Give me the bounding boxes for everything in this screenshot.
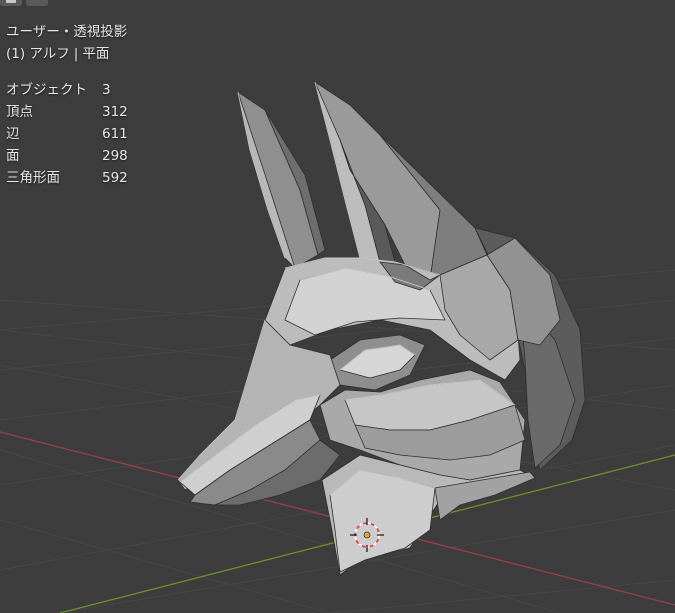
stat-row-triangles: 三角形面 592 [6, 167, 162, 189]
view-name: ユーザー・透視投影 [6, 24, 128, 40]
stat-value: 611 [102, 126, 128, 142]
object-info: (1) アルフ | 平面 [6, 43, 162, 65]
stat-label: 頂点 [6, 104, 33, 120]
stat-value: 298 [102, 148, 128, 164]
dots-icon: ⋯ [31, 0, 40, 5]
statistics-overlay: オブジェクト 3 頂点 312 辺 611 面 298 三角形面 592 [6, 79, 162, 189]
stat-label: オブジェクト [6, 82, 87, 98]
stat-label: 辺 [6, 126, 20, 142]
stat-value: 312 [102, 104, 128, 120]
active-mode-label: 平面 [82, 46, 110, 62]
editor-type-tab[interactable] [0, 0, 22, 6]
stat-label: 三角形面 [6, 170, 60, 186]
header-tabs: ⋯ [0, 0, 48, 6]
stat-row-edges: 辺 611 [6, 123, 162, 145]
stat-row-objects: オブジェクト 3 [6, 79, 162, 101]
info-separator: | [73, 46, 79, 62]
editor-type-icon [6, 0, 16, 3]
stat-label: 面 [6, 148, 20, 164]
stat-row-vertices: 頂点 312 [6, 101, 162, 123]
viewport-info-overlay: ユーザー・透視投影 (1) アルフ | 平面 オブジェクト 3 頂点 312 辺 6… [6, 21, 162, 189]
stat-value: 592 [102, 170, 128, 186]
stat-value: 3 [102, 82, 111, 98]
stat-row-faces: 面 298 [6, 145, 162, 167]
3d-viewport[interactable]: ⋯ ユーザー・透視投影 (1) アルフ | 平面 オブジェクト 3 頂点 312 辺… [0, 0, 675, 613]
options-tab[interactable]: ⋯ [26, 0, 48, 6]
active-object-label: (1) アルフ [6, 46, 70, 62]
